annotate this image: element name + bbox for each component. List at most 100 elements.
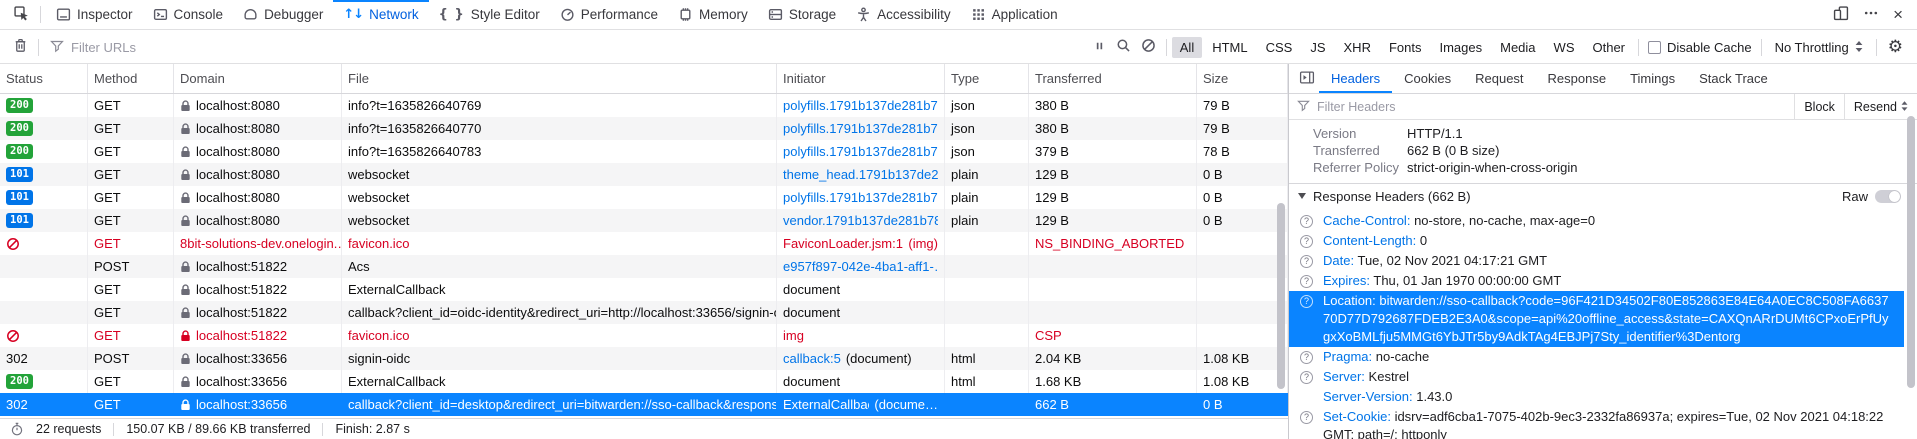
tab-accessibility[interactable]: Accessibility (846, 0, 961, 29)
menu-dots-icon[interactable] (1863, 6, 1879, 23)
type-filter-xhr[interactable]: XHR (1336, 37, 1379, 58)
details-scrollbar[interactable] (1907, 116, 1915, 388)
tab-inspector[interactable]: Inspector (46, 0, 143, 29)
request-row[interactable]: GETlocalhost:51822favicon.icoimgCSP (0, 324, 1288, 347)
column-header-initiator[interactable]: Initiator (777, 64, 945, 93)
header-row[interactable]: ?Cache-Control no-store, no-cache, max-a… (1289, 211, 1904, 231)
tab-application[interactable]: Application (961, 0, 1068, 29)
pick-element-button[interactable] (8, 0, 35, 29)
split-panel-toggle[interactable] (1295, 70, 1319, 88)
initiator-link[interactable]: polyfills.1791b137de281b787… (783, 144, 938, 159)
column-header-method[interactable]: Method (88, 64, 174, 93)
request-row[interactable]: 200GETlocalhost:8080info?t=1635826640783… (0, 140, 1288, 163)
details-tab-timings[interactable]: Timings (1618, 64, 1687, 93)
raw-toggle[interactable] (1875, 190, 1901, 203)
type-cell: json (945, 94, 1029, 117)
request-row[interactable]: 200GETlocalhost:33656ExternalCallbackdoc… (0, 370, 1288, 393)
initiator-link[interactable]: polyfills.1791b137de281b787… (783, 190, 938, 205)
filter-urls-field[interactable] (44, 39, 1088, 56)
header-row[interactable]: ?Server Kestrel (1289, 367, 1904, 387)
type-filter-all[interactable]: All (1172, 37, 1202, 58)
column-header-transferred[interactable]: Transferred (1029, 64, 1197, 93)
request-row[interactable]: 302GETlocalhost:33656callback?client_id=… (0, 393, 1288, 416)
header-row[interactable]: ?Date Tue, 02 Nov 2021 04:17:21 GMT (1289, 251, 1904, 271)
details-tab-stack-trace[interactable]: Stack Trace (1687, 64, 1780, 93)
request-row[interactable]: 302POSTlocalhost:33656signin-oidccallbac… (0, 347, 1288, 370)
filter-headers-field[interactable]: Block Resend (1289, 94, 1917, 120)
header-row[interactable]: Server-Version 1.43.0 (1289, 387, 1904, 407)
tab-network[interactable]: ↑↓Network (333, 0, 428, 29)
close-icon[interactable]: × (1893, 6, 1903, 23)
type-filter-images[interactable]: Images (1431, 37, 1490, 58)
column-header-domain[interactable]: Domain (174, 64, 342, 93)
initiator-link[interactable]: callback:5 (783, 351, 841, 366)
header-row[interactable]: ?Content-Length 0 (1289, 231, 1904, 251)
column-header-size[interactable]: Size (1197, 64, 1288, 93)
request-row[interactable]: GET8bit-solutions-dev.onelogin.…favicon.… (0, 232, 1288, 255)
clear-requests-button[interactable] (8, 38, 33, 56)
block-url-button[interactable]: Block (1794, 94, 1844, 119)
disable-cache-control[interactable]: Disable Cache (1644, 40, 1756, 55)
help-icon[interactable]: ? (1300, 255, 1313, 268)
header-row[interactable]: ?Location bitwarden://sso-callback?code=… (1289, 291, 1904, 347)
request-row[interactable]: 200GETlocalhost:8080info?t=1635826640770… (0, 117, 1288, 140)
details-tab-headers[interactable]: Headers (1319, 64, 1392, 93)
request-row[interactable]: GETlocalhost:51822callback?client_id=oid… (0, 301, 1288, 324)
request-row[interactable]: 200GETlocalhost:8080info?t=1635826640769… (0, 94, 1288, 117)
response-headers-section[interactable]: Response Headers (662 B) Raw (1289, 183, 1917, 208)
type-filter-ws[interactable]: WS (1546, 37, 1583, 58)
responsive-design-icon[interactable] (1833, 6, 1849, 24)
initiator-link[interactable]: ExternalCallback:5 (783, 397, 869, 412)
tab-style-editor[interactable]: { }Style Editor (429, 0, 550, 29)
search-button[interactable] (1111, 38, 1136, 56)
request-row[interactable]: 101GETlocalhost:8080websocketpolyfills.1… (0, 186, 1288, 209)
column-header-type[interactable]: Type (945, 64, 1029, 93)
initiator-link[interactable]: polyfills.1791b137de281b787… (783, 121, 938, 136)
details-tab-request[interactable]: Request (1463, 64, 1535, 93)
header-row[interactable]: ?Set-Cookie idsrv=adf6cba1-7075-402b-9ec… (1289, 407, 1904, 439)
block-requests-button[interactable] (1136, 38, 1161, 56)
column-header-file[interactable]: File (342, 64, 777, 93)
tab-memory[interactable]: Memory (668, 0, 758, 29)
network-settings-button[interactable]: ⚙ (1882, 37, 1909, 57)
column-header-status[interactable]: Status (0, 64, 88, 93)
tab-console[interactable]: Console (143, 0, 234, 29)
request-row[interactable]: POSTlocalhost:51822Acse957f897-042e-4ba1… (0, 255, 1288, 278)
disable-cache-checkbox[interactable] (1648, 41, 1661, 54)
details-tab-cookies[interactable]: Cookies (1392, 64, 1463, 93)
help-icon[interactable]: ? (1300, 371, 1313, 384)
type-filter-js[interactable]: JS (1302, 37, 1333, 58)
help-icon[interactable]: ? (1300, 351, 1313, 364)
type-filter-html[interactable]: HTML (1204, 37, 1255, 58)
throttling-dropdown[interactable]: No Throttling (1767, 40, 1871, 55)
help-icon[interactable]: ? (1300, 275, 1313, 288)
initiator-link[interactable]: polyfills.1791b137de281b787… (783, 98, 938, 113)
header-row[interactable]: ?Pragma no-cache (1289, 347, 1904, 367)
filter-urls-input[interactable] (71, 40, 1088, 55)
initiator-link[interactable]: e957f897-042e-4ba1-aff1-… (783, 259, 938, 274)
initiator-link[interactable]: theme_head.1791b137de281… (783, 167, 938, 182)
initiator-link[interactable]: FaviconLoader.jsm:191 (783, 236, 903, 251)
type-filter-other[interactable]: Other (1585, 37, 1634, 58)
type-filter-media[interactable]: Media (1492, 37, 1543, 58)
pause-recording-button[interactable] (1088, 39, 1111, 56)
filter-headers-input[interactable] (1317, 100, 1794, 114)
request-row[interactable]: 101GETlocalhost:8080websocketvendor.1791… (0, 209, 1288, 232)
help-icon[interactable]: ? (1300, 295, 1313, 308)
type-filter-fonts[interactable]: Fonts (1381, 37, 1430, 58)
tab-performance[interactable]: Performance (550, 0, 668, 29)
tab-storage[interactable]: Storage (758, 0, 846, 29)
request-list-scrollbar[interactable] (1277, 203, 1285, 389)
request-row[interactable]: GETlocalhost:51822ExternalCallbackdocume… (0, 278, 1288, 301)
help-icon[interactable]: ? (1300, 235, 1313, 248)
request-row[interactable]: 101GETlocalhost:8080websockettheme_head.… (0, 163, 1288, 186)
header-row[interactable]: ?Expires Thu, 01 Jan 1970 00:00:00 GMT (1289, 271, 1904, 291)
help-icon[interactable]: ? (1300, 215, 1313, 228)
initiator-link[interactable]: vendor.1791b137de281b787… (783, 213, 938, 228)
resend-button[interactable]: Resend (1844, 94, 1917, 119)
type-filter-css[interactable]: CSS (1258, 37, 1301, 58)
lock-icon (180, 215, 191, 227)
tab-debugger[interactable]: Debugger (233, 0, 333, 29)
help-icon[interactable]: ? (1300, 411, 1313, 424)
details-tab-response[interactable]: Response (1536, 64, 1619, 93)
